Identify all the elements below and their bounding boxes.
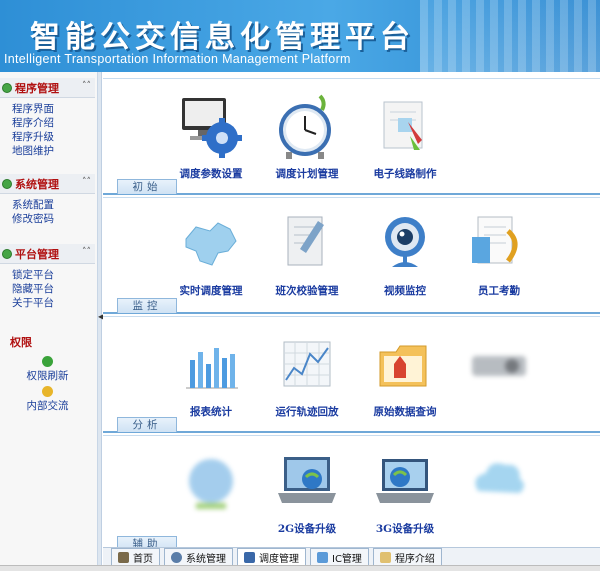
sidebar-group-program: 程序管理 ˄˄ 程序界面 程序介绍 程序升级 地图维护: [0, 78, 95, 158]
cloud-icon: [464, 447, 534, 517]
tile-aux-blurred[interactable]: [165, 447, 257, 521]
tile-dispatch-params[interactable]: 调度参数设置: [165, 92, 257, 181]
sidebar-item-program-ui[interactable]: 程序界面: [12, 102, 95, 116]
sidebar-item-program-intro[interactable]: 程序介绍: [12, 116, 95, 130]
bar-chart-icon: [176, 330, 246, 400]
tile-attendance[interactable]: 员工考勤: [453, 209, 545, 298]
laptop-globe-icon: [272, 447, 342, 517]
section-init: 初始 调度参数设置 调度计划管理 电子线路制作: [103, 78, 600, 195]
tile-dispatch-plan[interactable]: 调度计划管理: [261, 92, 353, 181]
sidebar-item-map-maintain[interactable]: 地图维护: [12, 144, 95, 158]
sidebar-item-change-password[interactable]: 修改密码: [12, 212, 95, 226]
section-tab: 分析: [117, 417, 177, 432]
group-bullet-icon: [2, 178, 12, 189]
app-subtitle: Intelligent Transportation Information M…: [4, 52, 351, 66]
tile-3g-upgrade[interactable]: 3G设备升级: [359, 447, 451, 536]
collapse-chevron-icon[interactable]: ˄˄: [82, 81, 91, 91]
sidebar-group-header[interactable]: 程序管理 ˄˄: [0, 78, 95, 98]
sidebar-group-header[interactable]: 系统管理 ˄˄: [0, 174, 95, 194]
sidebar-item-program-upgrade[interactable]: 程序升级: [12, 130, 95, 144]
group-bullet-icon: [2, 248, 12, 259]
bus-icon: [244, 551, 255, 563]
sidebar-item-lock-platform[interactable]: 锁定平台: [12, 268, 95, 282]
sidebar-group-system: 系统管理 ˄˄ 系统配置 修改密码: [0, 174, 95, 226]
laptop-globe-icon: [370, 447, 440, 517]
section-monitor: 监控 实时调度管理 班次校验管理 视频监控 员工考勤: [103, 197, 600, 314]
bottom-tab-bar: 首页 系统管理 调度管理 IC管理 程序介绍: [103, 547, 600, 565]
tile-shift-check[interactable]: 班次校验管理: [261, 209, 353, 298]
collapse-chevron-icon[interactable]: ˄˄: [82, 177, 91, 187]
app-header: 智能公交信息化管理平台 Intelligent Transportation I…: [0, 0, 600, 72]
internal-chat-link[interactable]: 内部交流: [0, 386, 95, 413]
permission-refresh-link[interactable]: 权限刷新: [0, 356, 95, 383]
header-skyline-image: [420, 0, 600, 72]
sidebar-item-about-platform[interactable]: 关于平台: [12, 296, 95, 310]
document-icon: [379, 551, 391, 563]
tile-projector[interactable]: [453, 330, 545, 404]
projector-icon: [464, 330, 534, 400]
folder-chart-icon: [370, 330, 440, 400]
clipboard-pen-icon: [272, 209, 342, 279]
section-tab: 监控: [117, 298, 177, 313]
permissions-header: 权限: [10, 336, 32, 349]
clock-icon: [272, 92, 342, 162]
tile-2g-upgrade[interactable]: 2G设备升级: [261, 447, 353, 536]
main-panel: 初始 调度参数设置 调度计划管理 电子线路制作 监控 实时调度管理 班次校验管理…: [103, 72, 600, 552]
sidebar-group-platform: 平台管理 ˄˄ 锁定平台 隐藏平台 关于平台: [0, 244, 95, 310]
section-analysis: 分析 报表统计 运行轨迹回放 原始数据查询: [103, 316, 600, 433]
tile-video-monitor[interactable]: 视频监控: [359, 209, 451, 298]
document-pen-icon: [370, 92, 440, 162]
sidebar-item-system-config[interactable]: 系统配置: [12, 198, 95, 212]
chat-icon: [42, 386, 53, 397]
monitor-gear-icon: [176, 92, 246, 162]
tile-cloud-blurred[interactable]: [453, 447, 545, 521]
section-tab: 初始: [117, 179, 177, 194]
sidebar-group-header[interactable]: 平台管理 ˄˄: [0, 244, 95, 264]
tile-raw-data-query[interactable]: 原始数据查询: [359, 330, 451, 419]
section-auxiliary: 辅助 2G设备升级 3G设备升级: [103, 435, 600, 552]
tile-report-stats[interactable]: 报表统计: [165, 330, 257, 419]
app-title: 智能公交信息化管理平台: [30, 20, 415, 55]
collapse-chevron-icon[interactable]: ˄˄: [82, 247, 91, 257]
tab-system[interactable]: 系统管理: [164, 548, 233, 565]
globe-device-icon: [176, 447, 246, 517]
refresh-icon: [42, 356, 53, 367]
tile-realtime-dispatch[interactable]: 实时调度管理: [165, 209, 257, 298]
card-icon: [317, 551, 328, 563]
tab-dispatch[interactable]: 调度管理: [237, 548, 306, 565]
sidebar-item-hide-platform[interactable]: 隐藏平台: [12, 282, 95, 296]
document-report-icon: [464, 209, 534, 279]
home-icon: [118, 551, 129, 563]
sidebar-splitter[interactable]: ◀: [98, 72, 104, 571]
gear-icon: [171, 551, 182, 563]
status-bar: [0, 565, 600, 571]
webcam-icon: [370, 209, 440, 279]
group-bullet-icon: [2, 82, 12, 93]
tile-route-editor[interactable]: 电子线路制作: [359, 92, 451, 181]
map-icon: [176, 209, 246, 279]
tab-home[interactable]: 首页: [111, 548, 160, 565]
grid-chart-icon: [272, 330, 342, 400]
tile-track-playback[interactable]: 运行轨迹回放: [261, 330, 353, 419]
sidebar: 程序管理 ˄˄ 程序界面 程序介绍 程序升级 地图维护 系统管理 ˄˄ 系统配置…: [0, 72, 98, 571]
tab-program-intro[interactable]: 程序介绍: [372, 548, 442, 565]
tab-ic[interactable]: IC管理: [310, 548, 369, 565]
